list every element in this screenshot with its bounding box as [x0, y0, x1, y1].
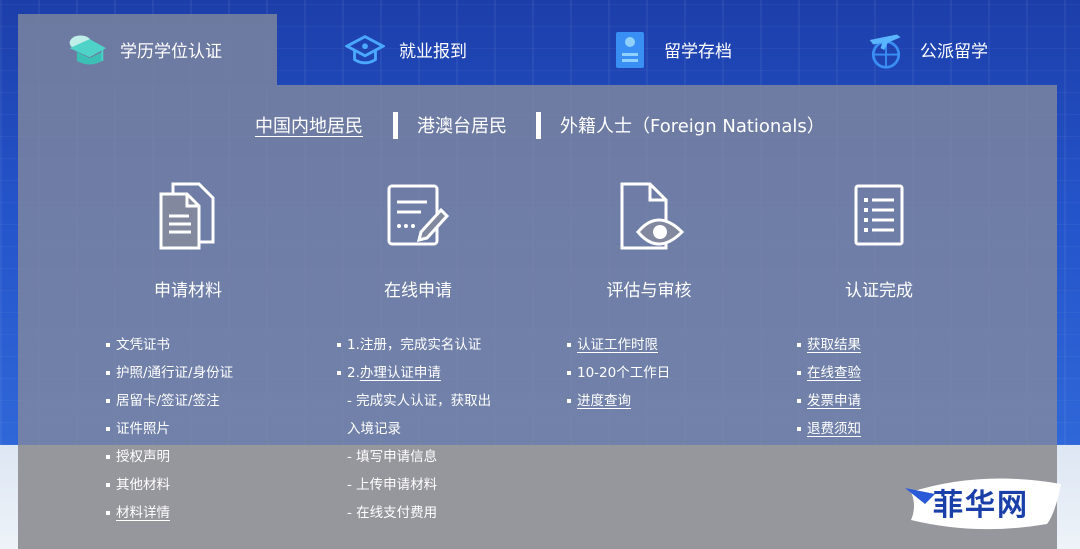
list-subitem: - 上传申请材料 — [347, 477, 438, 493]
document-archive-icon — [610, 30, 650, 70]
list-item: 进度查询 — [567, 392, 670, 420]
tab-label: 留学存档 — [664, 42, 732, 62]
category-foreign-nationals[interactable]: 外籍人士（Foreign Nationals） — [560, 112, 825, 138]
completion-list: 获取结果 在线查验 发票申请 退费须知 — [797, 336, 861, 448]
tab-employment-report[interactable]: 就业报到 — [345, 14, 467, 85]
list-item: 居留卡/签证/签注 — [106, 392, 233, 420]
watermark-logo: 菲华网 — [905, 470, 1070, 534]
watermark-text: 菲华网 — [933, 488, 1029, 523]
list-item: 发票申请 — [797, 392, 861, 420]
materials-list: 文凭证书 护照/通行证/身份证 居留卡/签证/签注 证件照片 授权声明 其他材料… — [106, 336, 233, 532]
list-subitem: - 完成实人认证，获取出 — [347, 393, 492, 409]
materials-details-item: 材料详情 — [106, 504, 233, 532]
tab-label: 就业报到 — [399, 42, 467, 62]
get-result-link[interactable]: 获取结果 — [807, 337, 861, 353]
cap-outline-icon — [345, 30, 385, 70]
list-item: 获取结果 — [797, 336, 861, 364]
online-verify-link[interactable]: 在线查验 — [807, 365, 861, 381]
list-item: 10-20个工作日 — [567, 364, 670, 392]
work-time-limit-link[interactable]: 认证工作时限 — [577, 337, 658, 353]
materials-details-link[interactable]: 材料详情 — [116, 505, 170, 521]
apply-certification-link[interactable]: 办理认证申请 — [360, 365, 441, 381]
list-item: 授权声明 — [106, 448, 233, 476]
refund-notice-link[interactable]: 退费须知 — [807, 421, 861, 437]
tab-government-sponsored[interactable]: 公派留学 — [866, 14, 988, 85]
step-label: 在线申请 — [384, 281, 452, 301]
graduation-cap-icon — [66, 30, 106, 70]
checklist-icon — [814, 180, 944, 252]
list-item: 证件照片 — [106, 420, 233, 448]
invoice-request-link[interactable]: 发票申请 — [807, 393, 861, 409]
step-label: 申请材料 — [154, 281, 222, 301]
step-assessment-review: 评估与审核 — [584, 180, 714, 301]
online-application-list: 1.注册，完成实名认证 2.办理认证申请 - 完成实人认证，获取出 入境记录 -… — [337, 336, 491, 532]
category-hk-macao-taiwan[interactable]: 港澳台居民 — [417, 112, 507, 138]
tab-study-abroad-archive[interactable]: 留学存档 — [610, 14, 732, 85]
category-divider — [393, 112, 398, 139]
list-subitem: - 填写申请信息 — [347, 449, 438, 465]
list-item: 其他材料 — [106, 476, 233, 504]
step-label: 认证完成 — [845, 281, 913, 301]
category-mainland-residents[interactable]: 中国内地居民 — [255, 112, 363, 138]
list-subitem-continued: 入境记录 — [347, 421, 401, 437]
list-item: 退费须知 — [797, 420, 861, 448]
step-materials: 申请材料 — [123, 180, 253, 301]
step-label: 评估与审核 — [606, 281, 692, 301]
file-eye-icon — [584, 180, 714, 252]
list-item: 在线查验 — [797, 364, 861, 392]
tab-degree-certification[interactable]: 学历学位认证 — [18, 14, 277, 85]
list-subitem: - 在线支付费用 — [347, 505, 438, 521]
tab-label: 学历学位认证 — [120, 42, 222, 62]
list-item: 文凭证书 — [106, 336, 233, 364]
list-item: 护照/通行证/身份证 — [106, 364, 233, 392]
plane-globe-icon — [866, 30, 906, 70]
list-item: 2.办理认证申请 — [337, 364, 491, 392]
category-divider — [536, 112, 541, 139]
step-online-application: 在线申请 — [353, 180, 483, 301]
form-edit-icon — [353, 180, 483, 252]
list-item: 1.注册，完成实名认证 — [337, 336, 491, 364]
list-item: 认证工作时限 — [567, 336, 670, 364]
resident-category-selector: 中国内地居民 港澳台居民 外籍人士（Foreign Nationals） — [0, 112, 1080, 142]
step-certification-complete: 认证完成 — [814, 180, 944, 301]
progress-query-link[interactable]: 进度查询 — [577, 393, 631, 409]
service-tabs: 学历学位认证 就业报到 留学存档 公派留学 — [18, 14, 1063, 85]
tab-label: 公派留学 — [920, 42, 988, 62]
review-list: 认证工作时限 10-20个工作日 进度查询 — [567, 336, 670, 420]
documents-icon — [123, 180, 253, 252]
